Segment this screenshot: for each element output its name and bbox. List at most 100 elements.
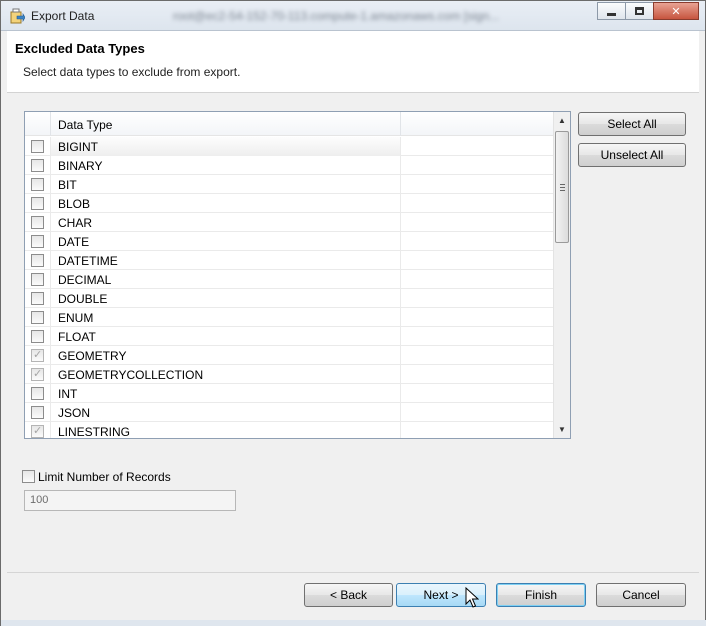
row-checkbox[interactable] — [31, 311, 44, 324]
close-icon: ✕ — [671, 5, 681, 18]
row-checkbox[interactable] — [31, 367, 44, 381]
select-all-button[interactable]: Select All — [578, 112, 686, 136]
row-checkbox-cell — [25, 327, 51, 346]
data-type-table: Data Type BIGINT BINARY BIT BLOB CHAR DATE DAT… — [24, 111, 571, 439]
maximize-icon — [635, 7, 644, 15]
row-checkbox[interactable] — [31, 216, 44, 229]
row-checkbox[interactable] — [31, 348, 44, 362]
table-row[interactable]: JSON — [25, 403, 553, 422]
table-header: Data Type — [25, 112, 553, 136]
row-checkbox-cell — [25, 194, 51, 213]
grip-icon — [560, 184, 565, 191]
row-data-type-label: GEOMETRYCOLLECTION — [51, 365, 401, 384]
table-row[interactable]: DATETIME — [25, 251, 553, 270]
row-checkbox-cell — [25, 365, 51, 384]
footer-divider — [7, 572, 699, 573]
table-row[interactable]: BLOB — [25, 194, 553, 213]
row-data-type-label: BIT — [51, 175, 401, 194]
row-checkbox-cell — [25, 232, 51, 251]
row-checkbox-cell — [25, 403, 51, 422]
table-row[interactable]: BIGINT — [25, 137, 553, 156]
row-checkbox[interactable] — [31, 406, 44, 419]
table-row[interactable]: DECIMAL — [25, 270, 553, 289]
table-row[interactable]: GEOMETRYCOLLECTION — [25, 365, 553, 384]
row-checkbox[interactable] — [31, 292, 44, 305]
table-row[interactable]: LINESTRING — [25, 422, 553, 438]
minimize-icon — [607, 12, 616, 16]
table-row[interactable]: INT — [25, 384, 553, 403]
row-data-type-label: JSON — [51, 403, 401, 422]
row-checkbox-cell — [25, 156, 51, 175]
row-checkbox-cell — [25, 384, 51, 403]
row-checkbox-cell — [25, 213, 51, 232]
limit-records-checkbox[interactable] — [22, 470, 35, 483]
mouse-cursor-icon — [465, 587, 479, 608]
row-checkbox-cell — [25, 289, 51, 308]
table-row[interactable]: FLOAT — [25, 327, 553, 346]
export-wizard-icon — [10, 8, 25, 24]
table-row[interactable]: ENUM — [25, 308, 553, 327]
table-row[interactable]: DOUBLE — [25, 289, 553, 308]
row-checkbox[interactable] — [31, 197, 44, 210]
table-row[interactable]: CHAR — [25, 213, 553, 232]
row-data-type-label: INT — [51, 384, 401, 403]
row-data-type-label: BLOB — [51, 194, 401, 213]
row-data-type-label: ENUM — [51, 308, 401, 327]
export-data-dialog: Export Data root@ec2-54-152-70-113.compu… — [0, 0, 706, 626]
row-data-type-label: DOUBLE — [51, 289, 401, 308]
row-data-type-label: LINESTRING — [51, 422, 401, 438]
table-row[interactable]: DATE — [25, 232, 553, 251]
scroll-up-button[interactable]: ▲ — [554, 112, 570, 129]
cancel-button[interactable]: Cancel — [596, 583, 686, 607]
column-header-data-type[interactable]: Data Type — [51, 112, 401, 136]
arrow-up-icon: ▲ — [558, 116, 566, 125]
row-data-type-label: BIGINT — [51, 137, 401, 156]
unselect-all-button[interactable]: Unselect All — [578, 143, 686, 167]
row-checkbox-cell — [25, 346, 51, 365]
limit-records-label: Limit Number of Records — [38, 470, 171, 484]
close-button[interactable]: ✕ — [653, 2, 699, 20]
window-title: Export Data — [31, 9, 95, 23]
scroll-down-button[interactable]: ▼ — [554, 421, 570, 438]
row-checkbox[interactable] — [31, 159, 44, 172]
scrollbar-thumb[interactable] — [555, 131, 569, 243]
row-checkbox[interactable] — [31, 273, 44, 286]
table-rows: BIGINT BINARY BIT BLOB CHAR DATE DATETIME DECIM… — [25, 137, 553, 438]
row-checkbox[interactable] — [31, 387, 44, 400]
row-data-type-label: GEOMETRY — [51, 346, 401, 365]
row-data-type-label: BINARY — [51, 156, 401, 175]
wizard-content: Data Type BIGINT BINARY BIT BLOB CHAR DATE DAT… — [7, 94, 699, 572]
arrow-down-icon: ▼ — [558, 425, 566, 434]
table-row[interactable]: BIT — [25, 175, 553, 194]
row-data-type-label: DATE — [51, 232, 401, 251]
minimize-button[interactable] — [597, 2, 626, 20]
row-checkbox[interactable] — [31, 235, 44, 248]
window-controls: ✕ — [597, 2, 699, 20]
row-checkbox[interactable] — [31, 254, 44, 267]
window-host-text: root@ec2-54-152-70-113.compute-1.amazona… — [173, 9, 500, 23]
row-checkbox[interactable] — [31, 178, 44, 191]
table-row[interactable]: GEOMETRY — [25, 346, 553, 365]
title-bar: Export Data root@ec2-54-152-70-113.compu… — [1, 1, 705, 31]
table-scrollbar[interactable]: ▲ ▼ — [553, 112, 570, 438]
limit-records-input[interactable]: 100 — [24, 490, 236, 511]
table-row[interactable]: BINARY — [25, 156, 553, 175]
page-title: Excluded Data Types — [15, 41, 145, 56]
row-checkbox-cell — [25, 270, 51, 289]
row-checkbox-cell — [25, 137, 51, 156]
row-data-type-label: CHAR — [51, 213, 401, 232]
row-data-type-label: DATETIME — [51, 251, 401, 270]
row-data-type-label: FLOAT — [51, 327, 401, 346]
wizard-header: Excluded Data Types Select data types to… — [7, 31, 699, 93]
back-button[interactable]: < Back — [304, 583, 393, 607]
row-data-type-label: DECIMAL — [51, 270, 401, 289]
row-checkbox[interactable] — [31, 140, 44, 153]
row-checkbox-cell — [25, 175, 51, 194]
finish-button[interactable]: Finish — [496, 583, 586, 607]
row-checkbox[interactable] — [31, 424, 44, 438]
row-checkbox-cell — [25, 422, 51, 438]
row-checkbox-cell — [25, 251, 51, 270]
maximize-button[interactable] — [625, 2, 654, 20]
row-checkbox[interactable] — [31, 330, 44, 343]
window-bottom-border — [1, 620, 706, 626]
